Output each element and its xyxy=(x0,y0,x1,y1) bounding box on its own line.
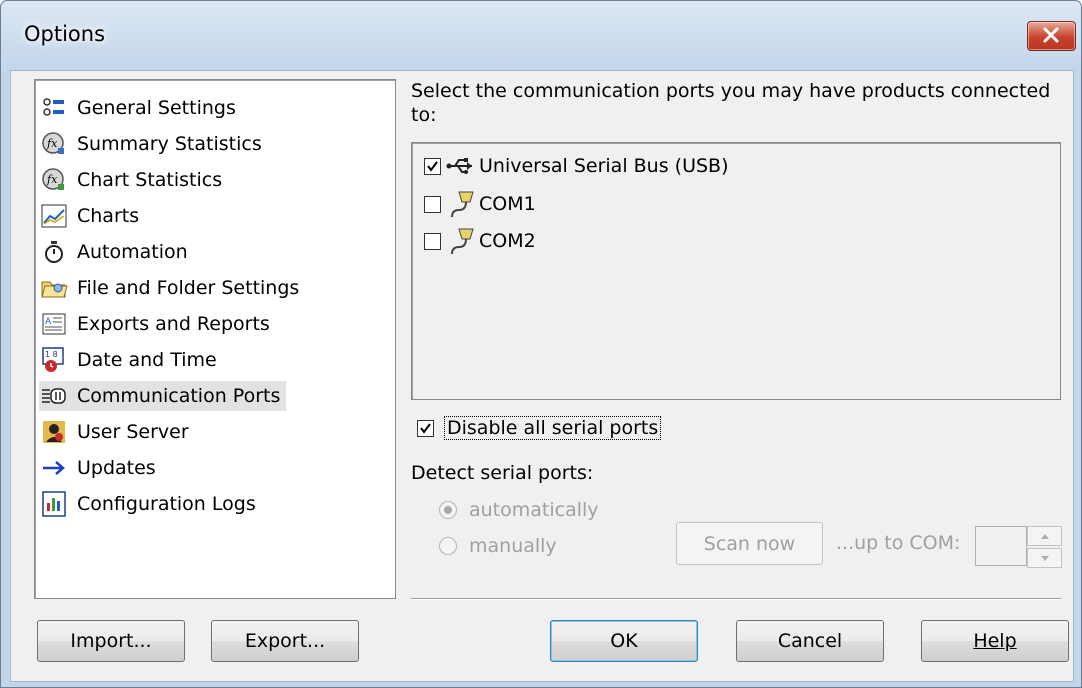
svg-text:A: A xyxy=(45,317,52,327)
sidebar-item-label: General Settings xyxy=(77,97,236,119)
radio-label: manually xyxy=(469,535,557,557)
calendar-clock-icon: 1 8 xyxy=(39,346,69,374)
sidebar-item-summary-statistics[interactable]: fx Summary Statistics xyxy=(39,129,268,159)
port-row-com2[interactable]: COM2 xyxy=(424,226,536,256)
disable-serial-checkbox[interactable] xyxy=(417,419,434,437)
sidebar-item-date-time[interactable]: 1 8 Date and Time xyxy=(39,345,223,375)
port-checkbox[interactable] xyxy=(424,195,441,213)
close-icon xyxy=(1043,27,1059,43)
chevron-up-icon xyxy=(1040,533,1049,539)
line-chart-icon xyxy=(39,202,69,230)
sidebar-item-configuration-logs[interactable]: Configuration Logs xyxy=(39,489,262,519)
port-label: Universal Serial Bus (USB) xyxy=(479,155,729,177)
sidebar-item-label: Exports and Reports xyxy=(77,313,270,335)
sidebar-item-general-settings[interactable]: General Settings xyxy=(39,93,242,123)
window-title: Options xyxy=(24,22,106,46)
sidebar-item-label: Date and Time xyxy=(77,349,217,371)
export-button-label: Export... xyxy=(244,630,326,652)
ok-button-label: OK xyxy=(610,630,638,652)
ports-prompt: Select the communication ports you may h… xyxy=(411,80,1051,126)
upto-com-spinner[interactable] xyxy=(1027,526,1062,568)
port-checkbox[interactable] xyxy=(424,232,441,250)
radio-button[interactable] xyxy=(439,537,457,555)
scan-now-button[interactable]: Scan now xyxy=(676,522,823,565)
serial-cable-icon xyxy=(445,227,477,255)
sidebar-item-user-server[interactable]: User Server xyxy=(39,417,195,447)
arrow-right-icon xyxy=(39,454,69,482)
spin-up-button[interactable] xyxy=(1027,526,1062,546)
sidebar-item-updates[interactable]: Updates xyxy=(39,453,162,483)
dialog-body: General Settings fx Summary Statistics f… xyxy=(10,70,1074,682)
ok-button[interactable]: OK xyxy=(550,620,698,662)
import-button[interactable]: Import... xyxy=(37,620,185,662)
sidebar-item-label: File and Folder Settings xyxy=(77,277,300,299)
category-list[interactable]: General Settings fx Summary Statistics f… xyxy=(34,79,396,599)
sidebar-item-label: Charts xyxy=(77,205,140,227)
disable-serial-label[interactable]: Disable all serial ports xyxy=(444,416,662,440)
sidebar-item-charts[interactable]: Charts xyxy=(39,201,145,231)
sidebar-item-automation[interactable]: Automation xyxy=(39,237,194,267)
detect-manually-option[interactable]: manually xyxy=(439,535,557,557)
ports-list[interactable]: Universal Serial Bus (USB) COM1 COM2 xyxy=(411,142,1061,400)
fx-chart-statistics-icon: fx xyxy=(39,166,69,194)
serial-cable-icon xyxy=(445,190,477,218)
sidebar-item-label: Summary Statistics xyxy=(77,133,262,155)
svg-text:1 8: 1 8 xyxy=(45,350,58,359)
upto-com-input[interactable] xyxy=(975,526,1027,566)
user-server-icon xyxy=(39,418,69,446)
svg-text:fx: fx xyxy=(46,137,58,150)
log-icon xyxy=(39,490,69,518)
disable-serial-row[interactable]: Disable all serial ports xyxy=(417,416,662,440)
export-button[interactable]: Export... xyxy=(211,620,359,662)
svg-text:fx: fx xyxy=(46,173,58,186)
port-row-usb[interactable]: Universal Serial Bus (USB) xyxy=(424,151,728,181)
sidebar-item-label: Communication Ports xyxy=(77,385,281,407)
sidebar-item-exports-reports[interactable]: A Exports and Reports xyxy=(39,309,276,339)
detect-automatically-option[interactable]: automatically xyxy=(439,499,599,521)
folder-icon xyxy=(39,274,69,302)
fx-statistics-icon: fx xyxy=(39,130,69,158)
settings-list-icon xyxy=(39,94,69,122)
usb-icon xyxy=(445,152,477,180)
import-button-label: Import... xyxy=(70,630,152,652)
checkmark-icon xyxy=(420,422,431,434)
sidebar-item-label: Configuration Logs xyxy=(77,493,256,515)
cancel-button[interactable]: Cancel xyxy=(736,620,884,662)
port-label: COM1 xyxy=(479,193,536,215)
sidebar-item-chart-statistics[interactable]: fx Chart Statistics xyxy=(39,165,228,195)
close-button[interactable] xyxy=(1027,21,1076,51)
spin-down-button[interactable] xyxy=(1027,548,1062,568)
sidebar-item-file-folder-settings[interactable]: File and Folder Settings xyxy=(39,273,305,303)
chevron-down-icon xyxy=(1040,555,1049,561)
upto-com-label: ...up to COM: xyxy=(836,532,961,554)
help-button[interactable]: Help xyxy=(921,620,1069,662)
port-checkbox[interactable] xyxy=(424,157,441,175)
radio-button[interactable] xyxy=(439,501,457,519)
port-row-com1[interactable]: COM1 xyxy=(424,189,536,219)
cancel-button-label: Cancel xyxy=(777,630,843,652)
sidebar-item-label: Automation xyxy=(77,241,188,263)
detect-serial-label: Detect serial ports: xyxy=(411,462,594,484)
sidebar-item-label: Updates xyxy=(77,457,156,479)
checkmark-icon xyxy=(427,160,438,172)
sidebar-item-label: Chart Statistics xyxy=(77,169,223,191)
help-button-label: Help xyxy=(973,630,1017,652)
report-icon: A xyxy=(39,310,69,338)
port-label: COM2 xyxy=(479,230,536,252)
stopwatch-icon xyxy=(39,238,69,266)
sidebar-item-communication-ports[interactable]: Communication Ports xyxy=(39,381,287,411)
radio-label: automatically xyxy=(469,499,599,521)
sidebar-item-label: User Server xyxy=(77,421,189,443)
title-bar[interactable]: Options xyxy=(1,1,1081,67)
ports-icon xyxy=(39,382,69,410)
options-dialog: Options General Settings fx Summary Stat… xyxy=(0,0,1082,688)
divider xyxy=(411,598,1061,600)
